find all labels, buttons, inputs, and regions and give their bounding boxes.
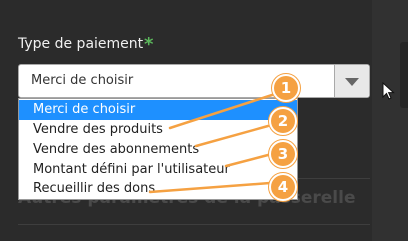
- annotation-badge-4: 4: [268, 172, 298, 202]
- annotation-number-2: 2: [271, 109, 295, 133]
- annotation-line-3: [224, 153, 270, 168]
- annotation-badge-1: 1: [271, 73, 301, 103]
- annotation-badge-3: 3: [268, 139, 298, 169]
- annotation-line-2: [194, 124, 270, 148]
- annotation-line-4: [148, 181, 272, 194]
- annotation-line-1: [168, 93, 274, 130]
- annotation-arrows: [148, 93, 274, 194]
- annotation-number-1: 1: [274, 76, 298, 100]
- annotation-badge-2: 2: [268, 106, 298, 136]
- annotation-number-4: 4: [271, 175, 295, 199]
- annotation-number-3: 3: [271, 142, 295, 166]
